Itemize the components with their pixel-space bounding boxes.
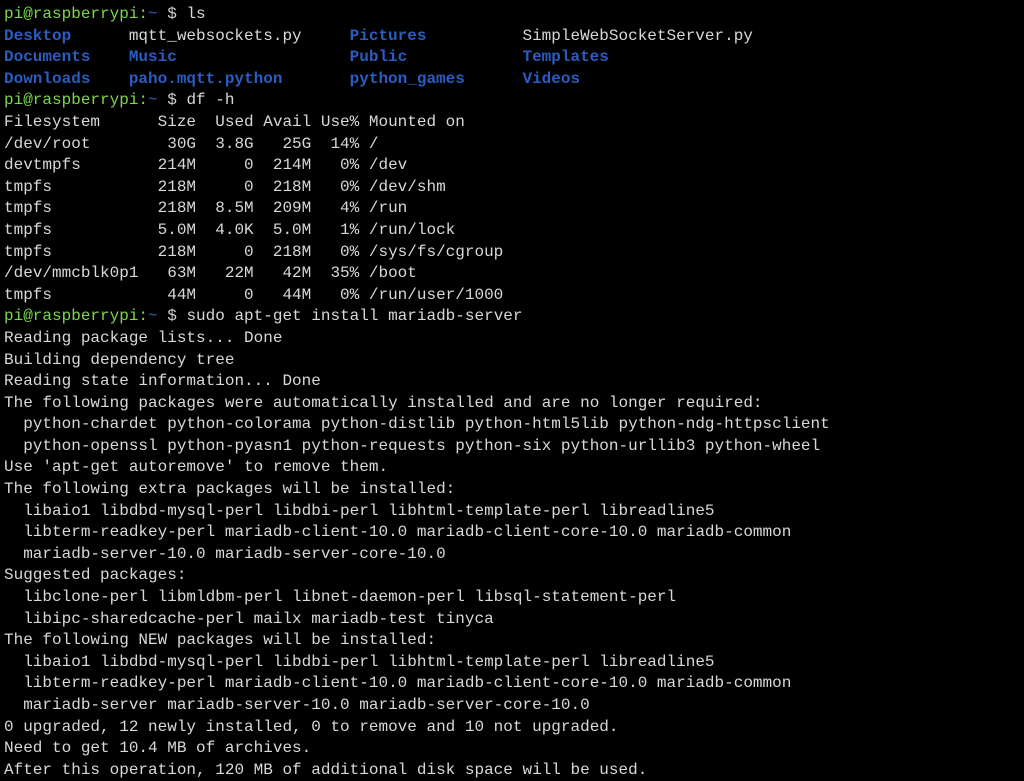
apt-output-line: Reading state information... Done (4, 371, 1020, 393)
ls-col: paho.mqtt.python (129, 69, 331, 91)
command-line-apt: pi@raspberrypi:~ $ sudo apt-get install … (4, 306, 1020, 328)
apt-output-line: The following NEW packages will be insta… (4, 630, 1020, 652)
ls-col: mqtt_websockets.py (129, 26, 331, 48)
prompt-path: ~ (148, 5, 167, 23)
prompt-sep: : (138, 91, 148, 109)
df-output-line: Filesystem Size Used Avail Use% Mounted … (4, 112, 1020, 134)
df-output-line: tmpfs 218M 8.5M 209M 4% /run (4, 198, 1020, 220)
ls-output-row: Downloads paho.mqtt.python python_games … (4, 69, 1020, 91)
apt-output-line: After this operation, 120 MB of addition… (4, 760, 1020, 781)
ls-col: Pictures (350, 26, 504, 48)
apt-output-line: 0 upgraded, 12 newly installed, 0 to rem… (4, 717, 1020, 739)
apt-output-line: Suggested packages: (4, 565, 1020, 587)
command-line-ls: pi@raspberrypi:~ $ ls (4, 4, 1020, 26)
apt-output-line: libclone-perl libmldbm-perl libnet-daemo… (4, 587, 1020, 609)
df-output-line: tmpfs 218M 0 218M 0% /dev/shm (4, 177, 1020, 199)
df-output-line: tmpfs 44M 0 44M 0% /run/user/1000 (4, 285, 1020, 307)
prompt-path: ~ (148, 91, 167, 109)
ls-col: SimpleWebSocketServer.py (522, 26, 752, 48)
prompt-user-host: pi@raspberrypi (4, 91, 138, 109)
df-output-line: /dev/root 30G 3.8G 25G 14% / (4, 134, 1020, 156)
prompt-user-host: pi@raspberrypi (4, 5, 138, 23)
prompt-path: ~ (148, 307, 167, 325)
apt-output-line: python-chardet python-colorama python-di… (4, 414, 1020, 436)
prompt-sep: : (138, 5, 148, 23)
ls-col: Videos (522, 69, 580, 91)
command-line-df: pi@raspberrypi:~ $ df -h (4, 90, 1020, 112)
df-output-line: devtmpfs 214M 0 214M 0% /dev (4, 155, 1020, 177)
terminal-output[interactable]: pi@raspberrypi:~ $ lsDesktop mqtt_websoc… (0, 0, 1024, 781)
apt-output-line: Need to get 10.4 MB of archives. (4, 738, 1020, 760)
df-output-line: /dev/mmcblk0p1 63M 22M 42M 35% /boot (4, 263, 1020, 285)
apt-output-line: Building dependency tree (4, 350, 1020, 372)
ls-col: Templates (522, 47, 608, 69)
prompt-user-host: pi@raspberrypi (4, 307, 138, 325)
apt-output-line: Reading package lists... Done (4, 328, 1020, 350)
prompt-sep: : (138, 307, 148, 325)
ls-col: Documents (4, 47, 110, 69)
command-text: df -h (186, 91, 234, 109)
ls-col: Desktop (4, 26, 110, 48)
apt-output-line: mariadb-server-10.0 mariadb-server-core-… (4, 544, 1020, 566)
ls-output-row: Documents Music Public Templates (4, 47, 1020, 69)
apt-output-line: The following packages were automaticall… (4, 393, 1020, 415)
ls-col: Downloads (4, 69, 110, 91)
ls-col: Music (129, 47, 331, 69)
apt-output-line: libipc-sharedcache-perl mailx mariadb-te… (4, 609, 1020, 631)
apt-output-line: The following extra packages will be ins… (4, 479, 1020, 501)
apt-output-line: libaio1 libdbd-mysql-perl libdbi-perl li… (4, 652, 1020, 674)
df-output-line: tmpfs 5.0M 4.0K 5.0M 1% /run/lock (4, 220, 1020, 242)
command-text: ls (186, 5, 205, 23)
apt-output-line: libterm-readkey-perl mariadb-client-10.0… (4, 673, 1020, 695)
apt-output-line: mariadb-server mariadb-server-10.0 maria… (4, 695, 1020, 717)
df-output-line: tmpfs 218M 0 218M 0% /sys/fs/cgroup (4, 242, 1020, 264)
ls-output-row: Desktop mqtt_websockets.py Pictures Simp… (4, 26, 1020, 48)
apt-output-line: Use 'apt-get autoremove' to remove them. (4, 457, 1020, 479)
ls-col: Public (350, 47, 504, 69)
prompt-symbol: $ (167, 91, 186, 109)
prompt-symbol: $ (167, 5, 186, 23)
prompt-symbol: $ (167, 307, 186, 325)
apt-output-line: python-openssl python-pyasn1 python-requ… (4, 436, 1020, 458)
command-text: sudo apt-get install mariadb-server (186, 307, 522, 325)
ls-col: python_games (350, 69, 504, 91)
apt-output-line: libterm-readkey-perl mariadb-client-10.0… (4, 522, 1020, 544)
apt-output-line: libaio1 libdbd-mysql-perl libdbi-perl li… (4, 501, 1020, 523)
